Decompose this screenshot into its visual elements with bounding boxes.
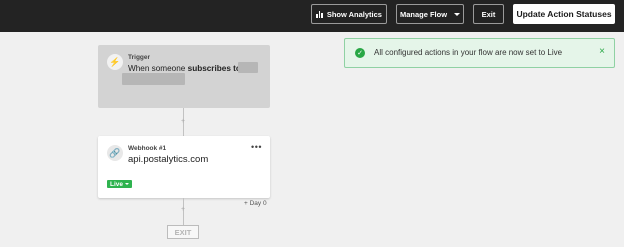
trigger-text-prefix: When someone <box>128 64 186 73</box>
success-toast: ✓ All configured actions in your flow ar… <box>344 38 615 68</box>
link-icon: 🔗 <box>107 145 123 161</box>
top-toolbar: Show Analytics Manage Flow Exit Update A… <box>0 0 624 32</box>
toast-message: All configured actions in your flow are … <box>374 48 563 57</box>
trigger-description: When someone subscribes to <box>128 64 241 73</box>
exit-node-label: EXIT <box>174 227 192 237</box>
manage-flow-button[interactable]: Manage Flow <box>396 4 464 24</box>
add-step-icon[interactable]: + <box>181 206 185 213</box>
bar-chart-icon <box>316 10 323 18</box>
exit-button[interactable]: Exit <box>473 4 504 24</box>
show-analytics-button[interactable]: Show Analytics <box>311 4 387 24</box>
webhook-label: Webhook #1 <box>128 145 167 152</box>
chevron-down-icon <box>454 12 461 16</box>
lightning-icon: ⚡ <box>107 54 123 70</box>
close-icon[interactable]: × <box>599 46 605 57</box>
webhook-card[interactable]: 🔗 Webhook #1 api.postalytics.com ••• Liv… <box>98 136 270 198</box>
webhook-url: api.postalytics.com <box>128 154 209 165</box>
manage-flow-label: Manage Flow <box>399 9 448 19</box>
chevron-down-icon <box>125 183 130 185</box>
redacted-list-name-continued <box>122 73 185 85</box>
show-analytics-label: Show Analytics <box>326 9 382 19</box>
check-circle-icon: ✓ <box>355 48 365 58</box>
status-badge[interactable]: Live <box>107 180 133 188</box>
update-statuses-label: Update Action Statuses <box>516 9 612 19</box>
exit-label: Exit <box>481 9 496 19</box>
redacted-list-name <box>238 62 258 73</box>
trigger-label: Trigger <box>128 54 151 61</box>
add-step-icon[interactable]: + <box>181 118 185 125</box>
status-label: Live <box>110 180 124 188</box>
exit-node: EXIT <box>167 225 199 239</box>
more-options-icon[interactable]: ••• <box>251 142 262 152</box>
update-action-statuses-button[interactable]: Update Action Statuses <box>513 4 615 24</box>
trigger-text-bold: subscribes to <box>187 64 241 73</box>
delay-label: + Day 0 <box>244 200 267 207</box>
